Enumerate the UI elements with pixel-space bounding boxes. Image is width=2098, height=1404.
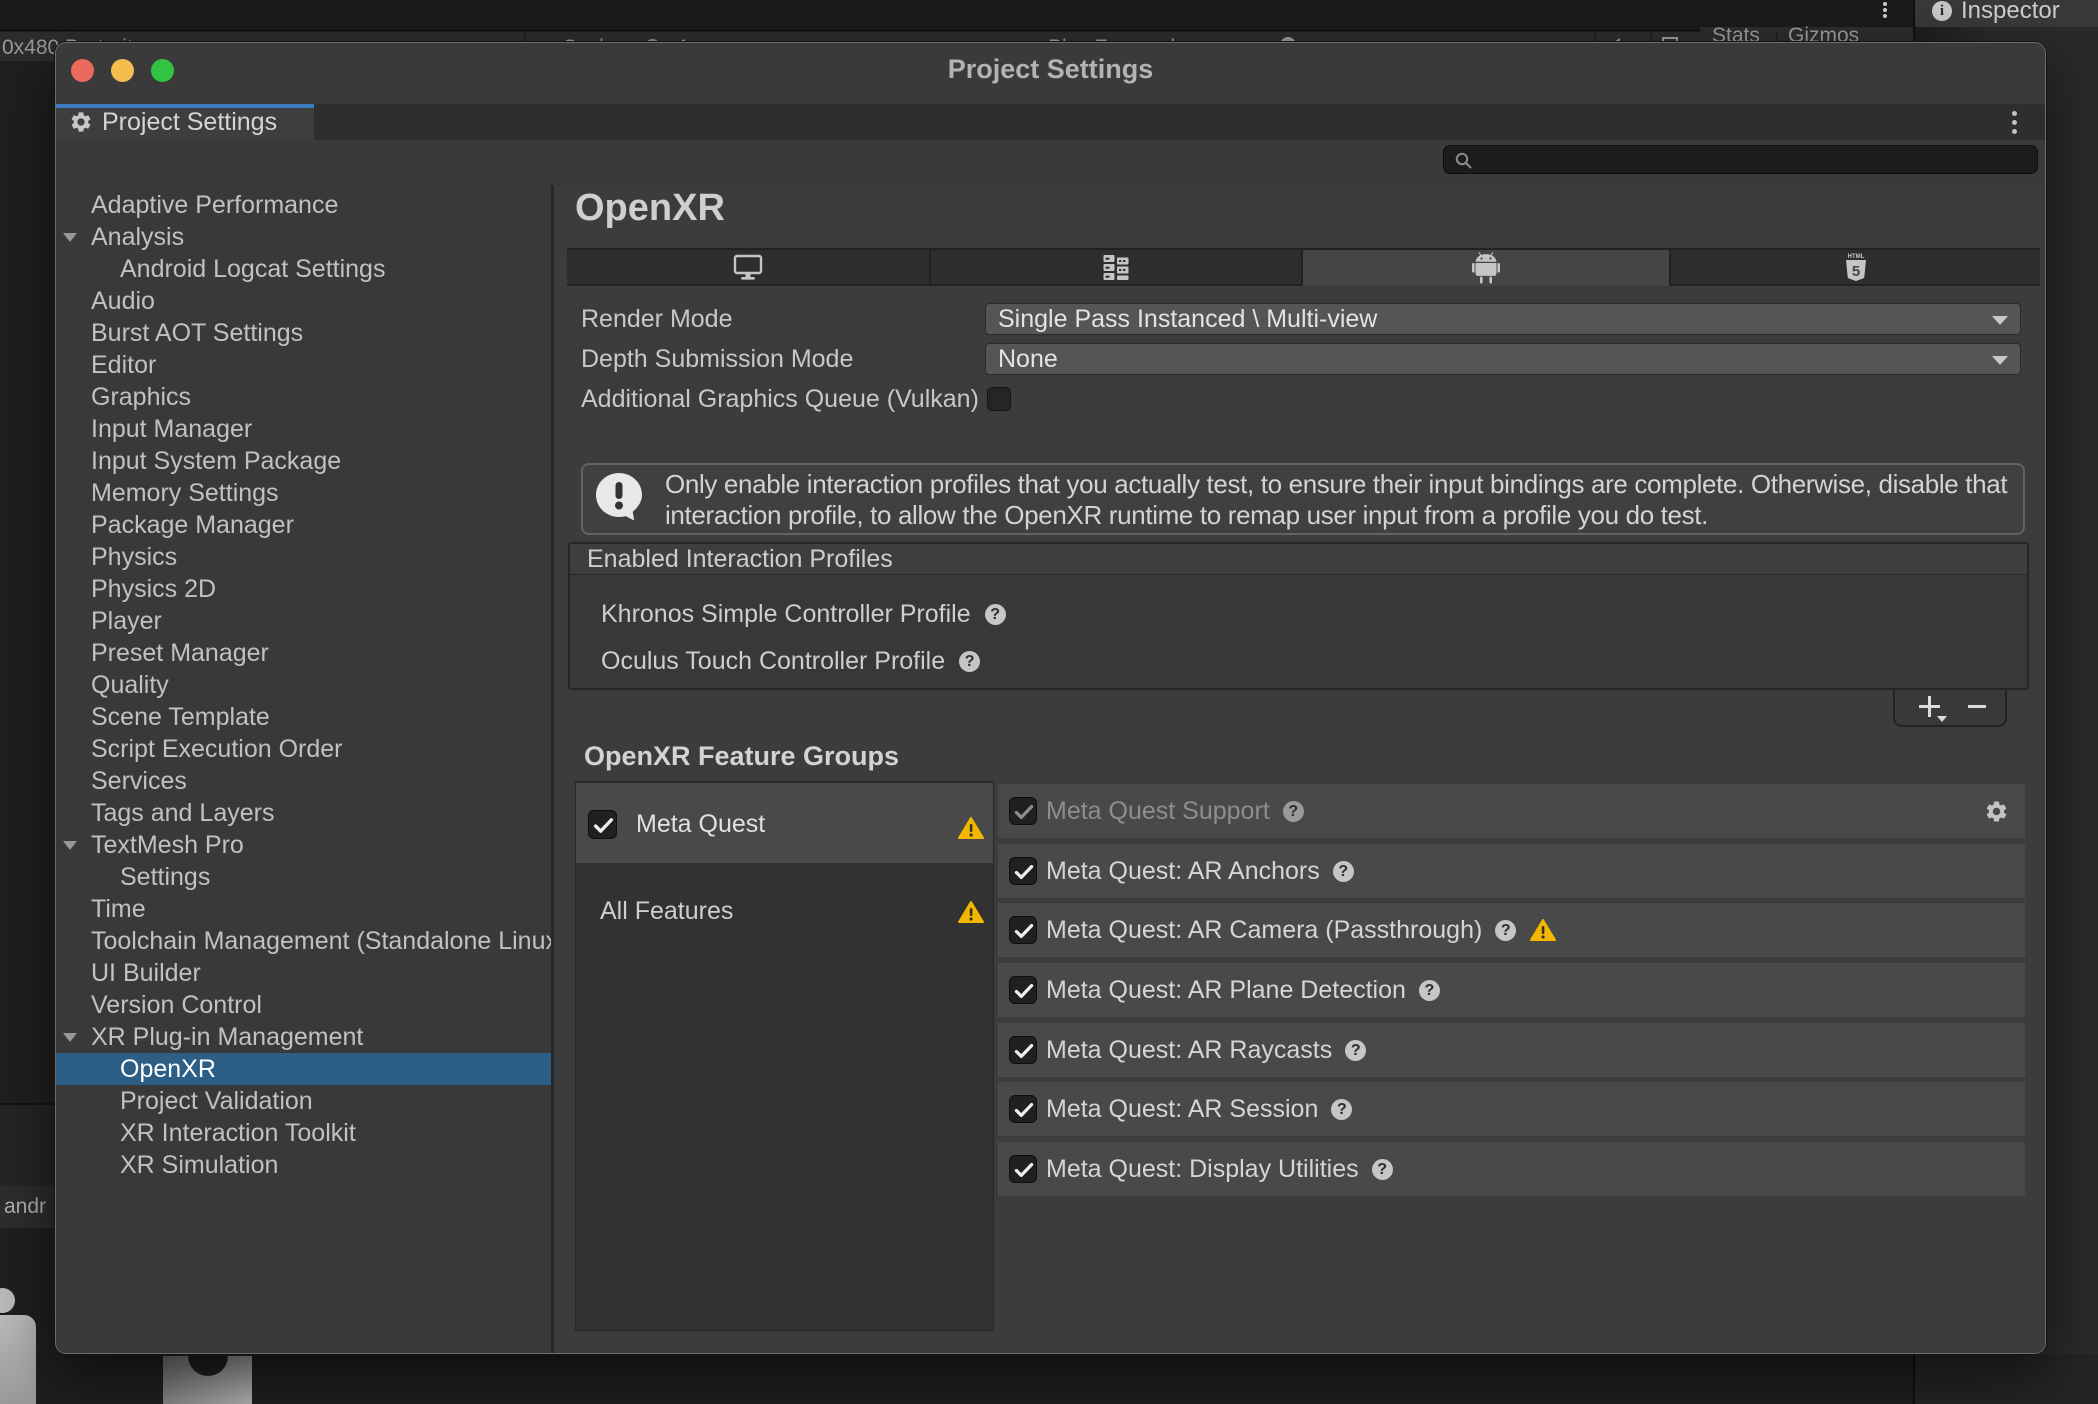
- svg-text:5: 5: [1851, 263, 1859, 280]
- svg-text:HTML: HTML: [1847, 254, 1864, 260]
